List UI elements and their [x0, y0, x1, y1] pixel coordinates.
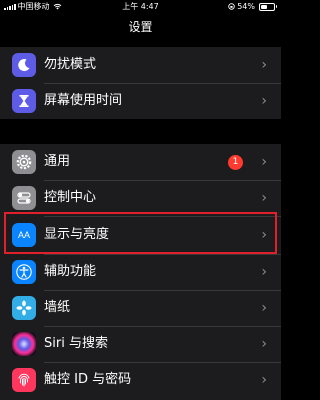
chevron-right-icon: ›	[261, 57, 267, 73]
chevron-right-icon: ›	[261, 93, 267, 109]
settings-group-focus: 勿扰模式 › 屏幕使用时间 ›	[0, 47, 281, 119]
settings-row-accessibility[interactable]: 辅助功能 ›	[0, 254, 281, 290]
icon-text: AA	[17, 230, 30, 240]
wallpaper-icon	[12, 296, 36, 320]
chevron-right-icon: ›	[261, 300, 267, 316]
hourglass-icon	[12, 89, 36, 113]
notification-badge: 1	[228, 155, 243, 170]
status-right: 54%	[228, 0, 277, 13]
settings-row-label: Siri 与搜索	[44, 336, 108, 351]
settings-row-label: 墙纸	[44, 300, 71, 315]
settings-row-label: 辅助功能	[44, 264, 97, 279]
toggles-icon	[12, 186, 36, 210]
settings-row-label: 屏幕使用时间	[44, 93, 123, 108]
settings-row-label: 触控 ID 与密码	[44, 372, 132, 387]
chevron-right-icon: ›	[261, 190, 267, 206]
settings-row-display-brightness[interactable]: AA 显示与亮度 ›	[0, 216, 281, 254]
battery-percent: 54%	[237, 2, 255, 11]
battery-icon	[259, 2, 277, 11]
siri-icon	[12, 332, 36, 356]
chevron-right-icon: ›	[261, 336, 267, 352]
settings-row-control-center[interactable]: 控制中心 ›	[0, 180, 281, 216]
orientation-lock-icon	[228, 3, 235, 10]
settings-row-label: 控制中心	[44, 190, 97, 205]
settings-row-touch-id-passcode[interactable]: 触控 ID 与密码 ›	[0, 362, 281, 398]
chevron-right-icon: ›	[261, 154, 267, 170]
settings-group-general: 通用 1 › 控制中心 › AA 显示与亮度 › 辅助功能 › 墙纸 › Sir…	[0, 144, 281, 400]
settings-row-wallpaper[interactable]: 墙纸 ›	[0, 290, 281, 326]
fingerprint-icon	[12, 368, 36, 392]
settings-row-label: 勿扰模式	[44, 57, 97, 72]
settings-row-general[interactable]: 通用 1 ›	[0, 144, 281, 180]
settings-row-label: 通用	[44, 154, 71, 169]
settings-row-do-not-disturb[interactable]: 勿扰模式 ›	[0, 47, 281, 83]
chevron-right-icon: ›	[261, 227, 267, 243]
chevron-right-icon: ›	[261, 372, 267, 388]
display-aa-icon: AA	[12, 223, 36, 247]
settings-row-screen-time[interactable]: 屏幕使用时间 ›	[0, 83, 281, 119]
settings-row-label: 显示与亮度	[44, 227, 110, 242]
status-bar: 中国移动 上午 4:47 54%	[0, 0, 281, 13]
accessibility-icon	[12, 260, 36, 284]
chevron-right-icon: ›	[261, 264, 267, 280]
settings-row-siri-search[interactable]: Siri 与搜索 ›	[0, 326, 281, 362]
gear-icon	[12, 150, 36, 174]
moon-icon	[12, 53, 36, 77]
page-title: 设置	[128, 20, 153, 34]
